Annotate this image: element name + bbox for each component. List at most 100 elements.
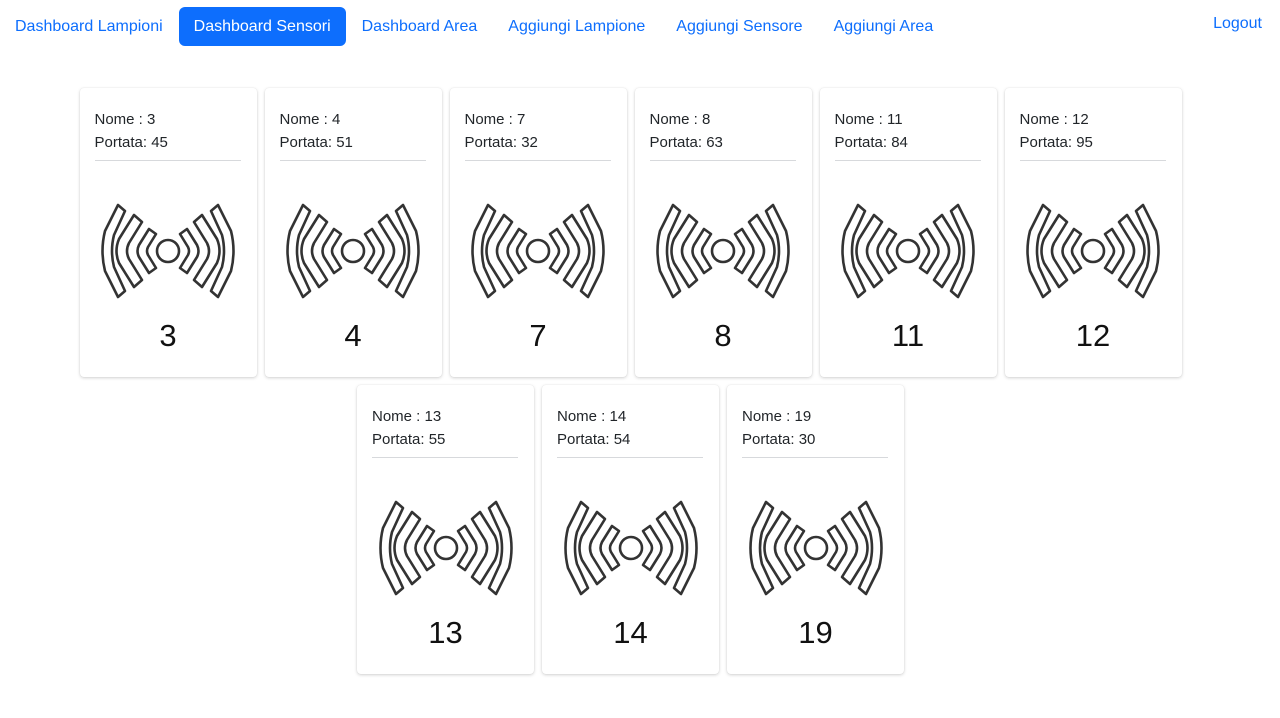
nav-item: Aggiungi Sensore: [661, 7, 818, 46]
sensor-portata-value: 63: [706, 134, 723, 151]
sensor-name-value: 12: [1072, 111, 1089, 128]
sensor-name-label: Nome :: [279, 111, 333, 128]
sensor-portata-label: Portata:: [279, 134, 337, 151]
sensor-name-line: Nome : 19: [742, 405, 888, 428]
sensor-name-line: Nome : 11: [835, 108, 981, 131]
sensor-portata-line: Portata: 54: [557, 428, 703, 451]
sensor-name-value: 7: [517, 111, 526, 128]
sensor-number: 3: [159, 318, 177, 353]
sensor-number: 11: [891, 318, 925, 353]
sensor-name-label: Nome :: [557, 408, 610, 425]
nav-links: Dashboard Lampioni Dashboard Sensori Das…: [0, 0, 1280, 48]
sensor-name-value: 19: [794, 408, 812, 425]
sensor-number: 4: [344, 318, 362, 353]
sensor-card[interactable]: Nome : 8 Portata: 63 8: [634, 88, 812, 377]
sensor-name-line: Nome : 4: [280, 108, 426, 131]
sensor-portata-line: Portata: 84: [835, 131, 981, 154]
sensor-card[interactable]: Nome : 11 Portata: 84 11: [819, 88, 997, 377]
sensor-card-info: Nome : 14 Portata: 54: [557, 405, 703, 458]
sensor-portata-line: Portata: 30: [742, 428, 888, 451]
sensor-name-label: Nome :: [1019, 111, 1073, 128]
sensor-card-info: Nome : 12 Portata: 95: [1019, 108, 1166, 161]
sensor-number: 19: [798, 615, 833, 650]
sensor-portata-label: Portata:: [372, 431, 429, 448]
sensor-name-value: 11: [887, 111, 903, 128]
sensor-card[interactable]: Nome : 3 Portata: 45 3: [79, 88, 257, 377]
sensor-name-label: Nome :: [834, 111, 888, 128]
nav-link-aggiungi-area[interactable]: Aggiungi Area: [819, 7, 949, 46]
sensor-portata-value: 55: [428, 431, 446, 448]
nav-link-aggiungi-sensore[interactable]: Aggiungi Sensore: [661, 7, 817, 46]
sensor-portata-value: 95: [1076, 134, 1093, 151]
sensor-name-line: Nome : 13: [372, 405, 518, 428]
sensor-name-line: Nome : 14: [557, 405, 703, 428]
nav-item: Dashboard Sensori: [178, 6, 347, 46]
sensor-card[interactable]: Nome : 13 Portata: 55 13: [357, 385, 534, 674]
wireless-signal-icon: [1026, 203, 1160, 299]
sensor-portata-line: Portata: 51: [280, 131, 426, 154]
wireless-signal-icon: [841, 203, 975, 299]
sensor-name-line: Nome : 8: [650, 108, 796, 131]
sensor-number: 8: [714, 318, 732, 353]
sensor-card-info: Nome : 19 Portata: 30: [742, 405, 888, 458]
sensor-name-label: Nome :: [372, 408, 425, 425]
sensor-portata-value: 30: [798, 431, 816, 448]
sensor-portata-value: 54: [613, 431, 631, 448]
sensor-card-info: Nome : 13 Portata: 55: [372, 405, 518, 458]
sensor-name-value: 14: [609, 408, 627, 425]
sensor-name-value: 13: [424, 408, 442, 425]
logout-link[interactable]: Logout: [1213, 4, 1262, 43]
nav-link-dashboard-area[interactable]: Dashboard Area: [347, 7, 493, 46]
nav-link-dashboard-sensori[interactable]: Dashboard Sensori: [178, 6, 346, 46]
nav-item: Dashboard Area: [347, 7, 494, 46]
sensor-portata-value: 84: [891, 134, 908, 151]
sensor-card[interactable]: Nome : 4 Portata: 51 4: [264, 88, 442, 377]
wireless-signal-icon: [101, 203, 235, 299]
nav-item: Aggiungi Area: [819, 7, 950, 46]
sensor-card-info: Nome : 8 Portata: 63: [649, 108, 796, 161]
sensor-portata-line: Portata: 32: [465, 131, 611, 154]
sensor-card[interactable]: Nome : 12 Portata: 95 12: [1004, 88, 1182, 377]
sensor-grid: Nome : 3 Portata: 45 3 Nome : 4 Portata:…: [0, 88, 1280, 674]
sensor-portata-label: Portata:: [834, 134, 892, 151]
sensor-name-label: Nome :: [464, 111, 518, 128]
sensor-portata-line: Portata: 63: [650, 131, 796, 154]
sensor-name-line: Nome : 7: [465, 108, 611, 131]
sensor-portata-value: 32: [521, 134, 538, 151]
sensor-name-line: Nome : 12: [1020, 108, 1166, 131]
sensor-number: 12: [1075, 318, 1111, 353]
sensor-card-info: Nome : 4 Portata: 51: [279, 108, 426, 161]
sensor-portata-label: Portata:: [1019, 134, 1077, 151]
top-navbar: Dashboard Lampioni Dashboard Sensori Das…: [0, 0, 1280, 48]
sensor-card-info: Nome : 7 Portata: 32: [464, 108, 611, 161]
nav-link-aggiungi-lampione[interactable]: Aggiungi Lampione: [493, 7, 660, 46]
sensor-card[interactable]: Nome : 7 Portata: 32 7: [449, 88, 627, 377]
sensor-name-line: Nome : 3: [95, 108, 241, 131]
sensor-name-label: Nome :: [742, 408, 795, 425]
sensor-portata-line: Portata: 45: [95, 131, 241, 154]
sensor-number: 7: [529, 318, 547, 353]
wireless-signal-icon: [656, 203, 790, 299]
sensor-name-value: 8: [702, 111, 711, 128]
wireless-signal-icon: [471, 203, 605, 299]
sensor-name-label: Nome :: [649, 111, 703, 128]
sensor-card[interactable]: Nome : 14 Portata: 54 14: [542, 385, 719, 674]
sensor-name-value: 4: [332, 111, 341, 128]
sensor-number: 14: [613, 615, 648, 650]
wireless-signal-icon: [748, 500, 883, 596]
sensor-number: 13: [428, 615, 463, 650]
wireless-signal-icon: [563, 500, 698, 596]
sensor-portata-label: Portata:: [742, 431, 799, 448]
sensor-portata-value: 51: [336, 134, 353, 151]
wireless-signal-icon: [286, 203, 420, 299]
nav-item: Dashboard Lampioni: [0, 7, 179, 46]
sensor-portata-line: Portata: 95: [1020, 131, 1166, 154]
wireless-signal-icon: [378, 500, 513, 596]
sensor-portata-label: Portata:: [464, 134, 522, 151]
sensor-card[interactable]: Nome : 19 Portata: 30 19: [727, 385, 904, 674]
sensor-portata-line: Portata: 55: [372, 428, 518, 451]
nav-link-dashboard-lampioni[interactable]: Dashboard Lampioni: [0, 7, 178, 46]
sensor-name-label: Nome :: [94, 111, 148, 128]
sensor-portata-label: Portata:: [94, 134, 152, 151]
sensor-portata-label: Portata:: [557, 431, 614, 448]
